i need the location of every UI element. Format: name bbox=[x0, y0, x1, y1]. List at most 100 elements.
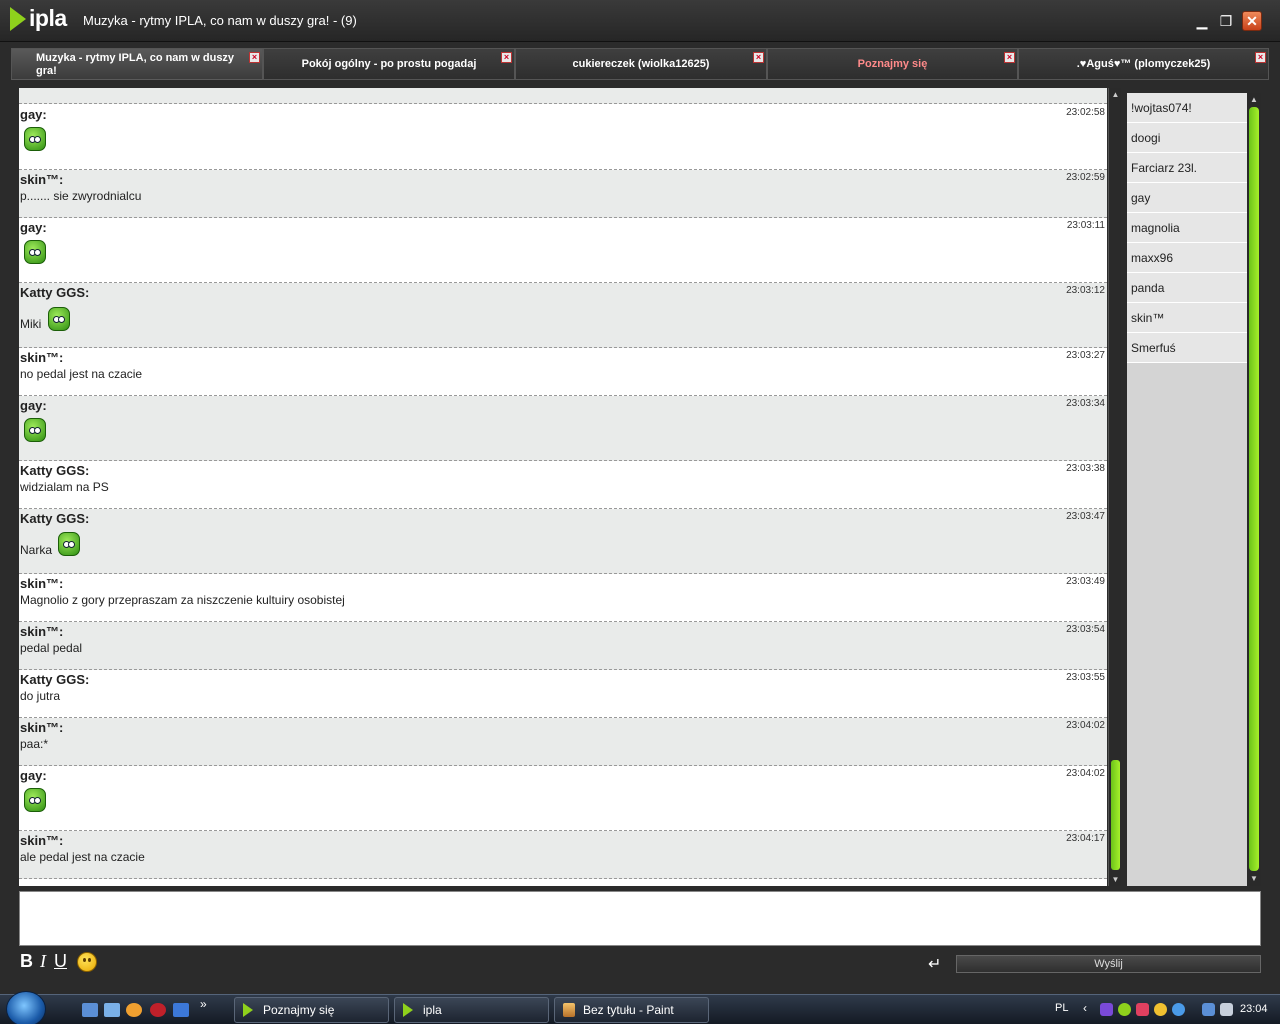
user-item[interactable]: Smerfuś bbox=[1127, 333, 1248, 363]
tab-muzyka[interactable]: Muzyka - rytmy IPLA, co nam w duszy gra!… bbox=[11, 48, 263, 80]
user-item[interactable]: maxx96 bbox=[1127, 243, 1248, 273]
message-author: Katty GGS: bbox=[20, 285, 90, 300]
volume-icon[interactable] bbox=[1220, 1003, 1233, 1016]
chevron-left-icon[interactable]: ‹ bbox=[1083, 1001, 1087, 1015]
user-list-scroll-thumb[interactable] bbox=[1249, 107, 1259, 871]
chat-message: skin™: 23:03:54 pedal pedal bbox=[19, 622, 1107, 670]
show-desktop-icon[interactable] bbox=[82, 1003, 98, 1017]
network-icon[interactable] bbox=[1202, 1003, 1215, 1016]
system-tray: PL ‹ 23:04 bbox=[1050, 995, 1280, 1024]
enter-icon[interactable]: ↵ bbox=[928, 954, 941, 974]
message-author: gay: bbox=[20, 768, 47, 783]
message-text: Miki bbox=[20, 317, 42, 331]
start-button[interactable] bbox=[6, 991, 46, 1024]
chat-message: skin™: 23:03:49 Magnolio z gory przepras… bbox=[19, 574, 1107, 622]
message-time: 23:03:47 bbox=[1066, 511, 1105, 522]
close-tab-icon[interactable]: × bbox=[1004, 52, 1015, 63]
message-time: 23:03:27 bbox=[1066, 350, 1105, 361]
send-button[interactable]: Wyślij bbox=[956, 955, 1261, 973]
scroll-up-icon[interactable]: ▲ bbox=[1110, 89, 1121, 100]
ipla-icon bbox=[403, 1003, 413, 1017]
close-tab-icon[interactable]: × bbox=[501, 52, 512, 63]
switch-windows-icon[interactable] bbox=[104, 1003, 120, 1017]
user-list-scrollbar[interactable]: ▲ ▼ bbox=[1247, 93, 1261, 886]
close-button[interactable]: ✕ bbox=[1242, 11, 1262, 31]
message-time: 23:04:17 bbox=[1066, 833, 1105, 844]
chat-message: gay: 23:04:02 bbox=[19, 766, 1107, 831]
user-item[interactable]: doogi bbox=[1127, 123, 1248, 153]
gadu-gadu-icon[interactable] bbox=[1118, 1003, 1131, 1016]
message-author: Katty GGS: bbox=[20, 463, 90, 478]
messenger-icon[interactable] bbox=[1154, 1003, 1167, 1016]
message-text: ale pedal jest na czacie bbox=[20, 850, 145, 864]
chevron-right-icon[interactable]: » bbox=[200, 997, 207, 1011]
smiley-icon[interactable] bbox=[77, 952, 97, 972]
scroll-down-icon[interactable]: ▼ bbox=[1110, 874, 1121, 885]
clock[interactable]: 23:04 bbox=[1240, 1003, 1268, 1015]
message-text: pedal pedal bbox=[20, 641, 83, 655]
message-author: gay: bbox=[20, 220, 47, 235]
chat-message: gay: 23:03:34 bbox=[19, 396, 1107, 461]
maximize-button[interactable]: ❐ bbox=[1216, 12, 1236, 30]
message-text: no pedal jest na czacie bbox=[20, 367, 143, 381]
message-text: paa:* bbox=[20, 737, 49, 751]
firefox-icon[interactable] bbox=[126, 1003, 142, 1017]
close-tab-icon[interactable]: × bbox=[249, 52, 260, 63]
user-item[interactable]: !wojtas074! bbox=[1127, 93, 1248, 123]
opera-icon[interactable] bbox=[150, 1003, 166, 1017]
message-author: gay: bbox=[20, 107, 47, 122]
close-tab-icon[interactable]: × bbox=[1255, 52, 1266, 63]
chat-message: skin™: 23:04:02 paa:* bbox=[19, 718, 1107, 766]
message-author: skin™: bbox=[20, 833, 64, 848]
message-time: 23:03:34 bbox=[1066, 398, 1105, 409]
user-item[interactable]: gay bbox=[1127, 183, 1248, 213]
tray-app-icon[interactable] bbox=[1100, 1003, 1113, 1016]
tab-pokoj-ogolny[interactable]: Pokój ogólny - po prostu pogadaj × bbox=[263, 48, 515, 80]
chat-scrollbar[interactable]: ▲ ▼ bbox=[1108, 88, 1121, 886]
italic-button[interactable]: I bbox=[40, 951, 46, 972]
close-tab-icon[interactable]: × bbox=[753, 52, 764, 63]
message-time: 23:04:02 bbox=[1066, 720, 1105, 731]
language-indicator[interactable]: PL bbox=[1055, 1002, 1068, 1014]
chat-log[interactable]: gay: 23:02:58 skin™: 23:02:59 p....... s… bbox=[19, 88, 1107, 886]
chat-message: gay: 23:02:58 bbox=[19, 105, 1107, 170]
minimize-button[interactable]: ▁ bbox=[1192, 12, 1212, 30]
green-emoticon-icon bbox=[24, 418, 46, 442]
ipla-icon bbox=[243, 1003, 253, 1017]
message-input[interactable] bbox=[19, 891, 1261, 946]
font-app-icon[interactable] bbox=[173, 1003, 189, 1017]
green-emoticon-icon bbox=[24, 240, 46, 264]
user-item[interactable]: skin™ bbox=[1127, 303, 1248, 333]
chat-message: Katty GGS: 23:03:12 Miki bbox=[19, 283, 1107, 348]
bold-button[interactable]: B bbox=[20, 951, 33, 972]
user-item[interactable]: panda bbox=[1127, 273, 1248, 303]
chat-scroll-thumb[interactable] bbox=[1111, 760, 1120, 870]
chat-top-row bbox=[19, 88, 1107, 104]
scroll-down-icon[interactable]: ▼ bbox=[1249, 874, 1259, 884]
tab-cukiereczek[interactable]: cukiereczek (wiolka12625) × bbox=[515, 48, 767, 80]
app-name: ipla bbox=[29, 5, 67, 31]
user-item[interactable]: magnolia bbox=[1127, 213, 1248, 243]
chat-message: skin™: 23:03:27 no pedal jest na czacie bbox=[19, 348, 1107, 396]
message-time: 23:03:54 bbox=[1066, 624, 1105, 635]
taskbar-item-ipla[interactable]: ipla bbox=[394, 997, 549, 1023]
scroll-up-icon[interactable]: ▲ bbox=[1249, 95, 1259, 105]
network-app-icon[interactable] bbox=[1172, 1003, 1185, 1016]
message-text: Magnolio z gory przepraszam za niszczeni… bbox=[20, 593, 345, 607]
message-author: skin™: bbox=[20, 624, 64, 639]
heart-icon[interactable] bbox=[1136, 1003, 1149, 1016]
taskbar-item-label: Bez tytułu - Paint bbox=[583, 1003, 674, 1017]
tab-agus[interactable]: .♥Aguś♥™ (plomyczek25) × bbox=[1018, 48, 1269, 80]
user-item[interactable]: Farciarz 23l. bbox=[1127, 153, 1248, 183]
underline-button[interactable]: U bbox=[54, 951, 67, 972]
message-time: 23:03:12 bbox=[1066, 285, 1105, 296]
message-author: skin™: bbox=[20, 172, 64, 187]
message-author: Katty GGS: bbox=[20, 511, 90, 526]
taskbar-item-paint[interactable]: Bez tytułu - Paint bbox=[554, 997, 709, 1023]
taskbar-item-label: Poznajmy się bbox=[263, 1003, 335, 1017]
tab-label: .♥Aguś♥™ (plomyczek25) bbox=[1076, 58, 1211, 70]
ipla-logo: ipla bbox=[10, 5, 67, 33]
tab-poznajmy-sie[interactable]: Poznajmy się × bbox=[767, 48, 1018, 80]
room-tabs: Muzyka - rytmy IPLA, co nam w duszy gra!… bbox=[11, 48, 1269, 80]
taskbar-item-poznajmy[interactable]: Poznajmy się bbox=[234, 997, 389, 1023]
